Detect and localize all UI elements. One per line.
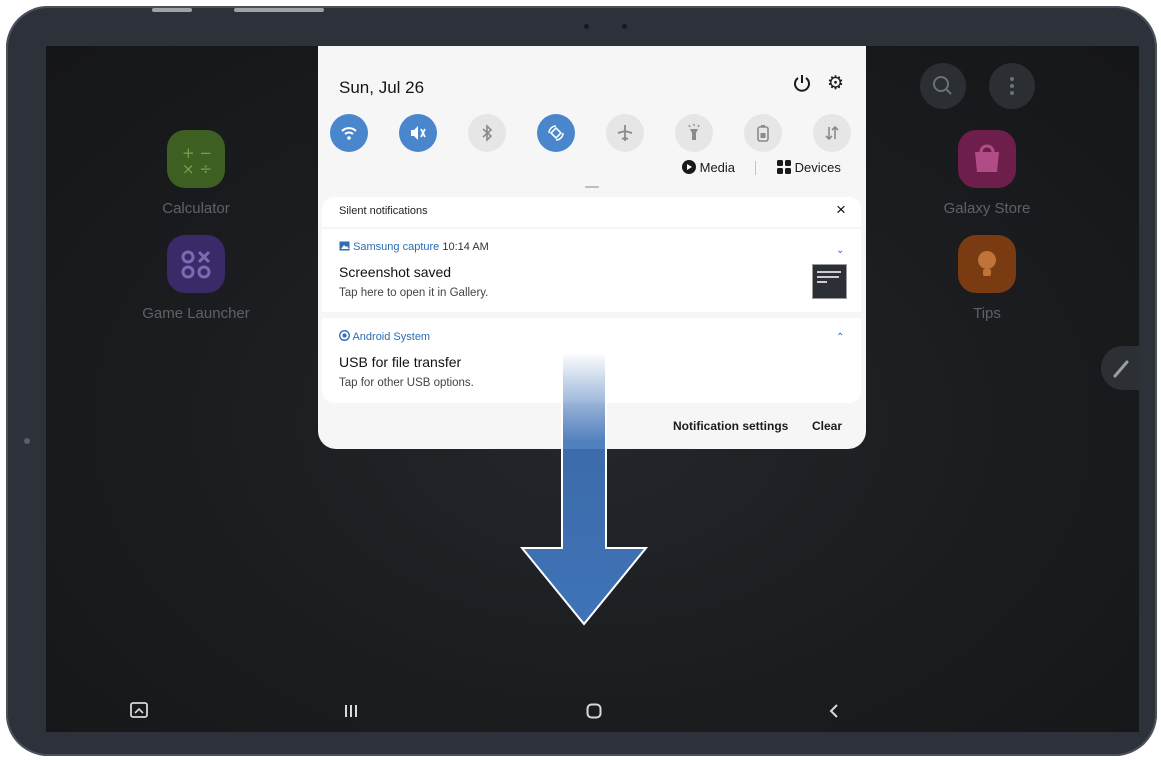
search-icon[interactable] bbox=[920, 63, 966, 109]
screenshot-thumbnail bbox=[812, 264, 847, 299]
auto-rotate-icon bbox=[548, 125, 564, 141]
close-icon[interactable]: × bbox=[836, 200, 846, 220]
devices-button[interactable]: Devices bbox=[777, 160, 841, 175]
panel-drag-handle[interactable] bbox=[585, 186, 599, 188]
app-tips[interactable]: Tips bbox=[927, 235, 1047, 322]
wifi-icon bbox=[341, 127, 357, 140]
devices-label: Devices bbox=[794, 160, 841, 175]
app-label: Tips bbox=[973, 305, 1001, 322]
app-game-launcher[interactable]: Game Launcher bbox=[136, 235, 256, 322]
app-calculator[interactable]: + − × ÷ Calculator bbox=[136, 130, 256, 217]
auto-rotate-toggle[interactable] bbox=[537, 114, 575, 152]
tips-icon bbox=[958, 235, 1016, 293]
svg-text:× ÷: × ÷ bbox=[182, 160, 212, 178]
battery-icon bbox=[757, 125, 769, 142]
clear-button[interactable]: Clear bbox=[812, 419, 842, 433]
sensor-icon bbox=[622, 24, 627, 29]
volume-button bbox=[234, 8, 324, 12]
wifi-toggle[interactable] bbox=[330, 114, 368, 152]
mute-toggle[interactable] bbox=[399, 114, 437, 152]
power-icon[interactable] bbox=[791, 72, 813, 94]
game-launcher-icon bbox=[167, 235, 225, 293]
side-sensor bbox=[24, 438, 30, 444]
image-icon bbox=[339, 241, 350, 251]
silent-notifications-label: Silent notifications bbox=[339, 205, 428, 217]
settings-gear-icon[interactable]: ⚙ bbox=[827, 74, 844, 94]
swipe-down-arrow-icon bbox=[519, 352, 649, 626]
airplane-icon bbox=[617, 125, 633, 141]
camera-icon bbox=[584, 24, 589, 29]
home-icon[interactable] bbox=[586, 703, 602, 724]
back-icon[interactable] bbox=[828, 703, 840, 724]
flashlight-icon bbox=[688, 124, 700, 140]
notification-app-name: Samsung capture bbox=[353, 241, 440, 253]
play-icon bbox=[682, 160, 696, 174]
notification-header: Android System bbox=[339, 330, 430, 343]
notification-header: Samsung capture 10:14 AM bbox=[339, 241, 489, 253]
date-label: Sun, Jul 26 bbox=[339, 78, 425, 97]
notification-text: Tap here to open it in Gallery. bbox=[339, 287, 489, 299]
notification-screenshot[interactable]: Samsung capture 10:14 AM Screenshot save… bbox=[322, 229, 861, 312]
notification-text: Tap for other USB options. bbox=[339, 377, 474, 389]
screen-capture-icon[interactable] bbox=[130, 702, 148, 725]
expand-chevron-icon[interactable]: ⌄ bbox=[836, 245, 844, 256]
silent-notifications-header: Silent notifications × bbox=[322, 197, 861, 227]
divider bbox=[755, 161, 756, 175]
bluetooth-toggle[interactable] bbox=[468, 114, 506, 152]
hardware-button bbox=[152, 8, 192, 12]
media-button[interactable]: Media bbox=[682, 160, 735, 175]
mobile-data-toggle[interactable] bbox=[813, 114, 851, 152]
airplane-mode-toggle[interactable] bbox=[606, 114, 644, 152]
notification-settings-button[interactable]: Notification settings bbox=[673, 419, 788, 433]
notification-title: Screenshot saved bbox=[339, 264, 452, 280]
app-label: Galaxy Store bbox=[943, 200, 1031, 217]
power-saving-toggle[interactable] bbox=[744, 114, 782, 152]
calculator-icon: + − × ÷ bbox=[167, 130, 225, 188]
collapse-chevron-icon[interactable]: ⌃ bbox=[836, 332, 844, 343]
devices-icon bbox=[777, 160, 791, 174]
app-galaxy-store[interactable]: Galaxy Store bbox=[927, 130, 1047, 217]
notification-title: USB for file transfer bbox=[339, 354, 462, 370]
app-label: Game Launcher bbox=[142, 305, 250, 322]
android-system-icon bbox=[339, 330, 350, 341]
notification-app-name: Android System bbox=[352, 331, 431, 343]
sound-mute-icon bbox=[411, 126, 426, 140]
more-options-icon[interactable] bbox=[989, 63, 1035, 109]
bluetooth-icon bbox=[482, 124, 493, 142]
notification-time: 10:14 AM bbox=[442, 241, 489, 253]
flashlight-toggle[interactable] bbox=[675, 114, 713, 152]
recent-apps-icon[interactable] bbox=[344, 704, 358, 723]
app-label: Calculator bbox=[162, 200, 230, 217]
mobile-data-icon bbox=[825, 125, 839, 141]
galaxy-store-icon bbox=[958, 130, 1016, 188]
media-label: Media bbox=[699, 160, 736, 175]
pen-edge-handle[interactable] bbox=[1101, 346, 1139, 390]
